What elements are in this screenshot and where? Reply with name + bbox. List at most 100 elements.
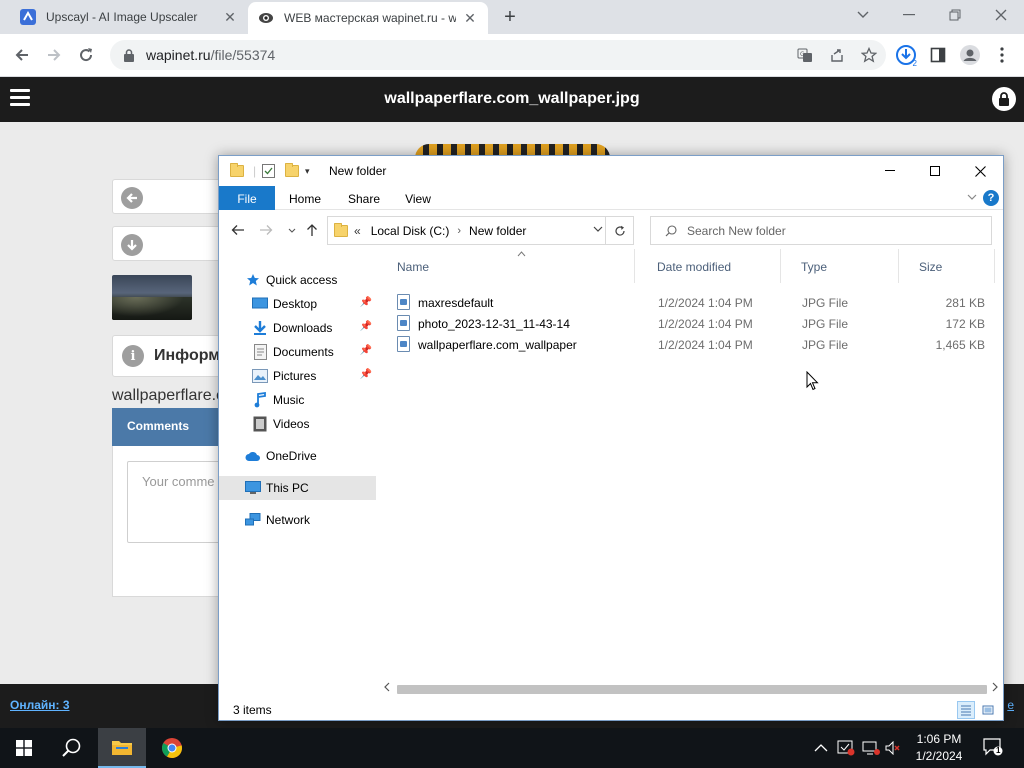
reload-icon[interactable] bbox=[72, 41, 100, 69]
tab-search-icon[interactable] bbox=[840, 0, 886, 30]
nav-item-documents[interactable]: Documents 📌 bbox=[219, 340, 376, 364]
profile-avatar-icon[interactable] bbox=[956, 41, 984, 69]
scrollbar-thumb[interactable] bbox=[397, 685, 987, 694]
tab-wapinet[interactable]: WEB мастерская wapinet.ru - wa ✕ bbox=[248, 2, 488, 34]
file-explorer-taskbar-icon[interactable] bbox=[98, 728, 146, 768]
search-input[interactable]: Search New folder bbox=[650, 216, 992, 245]
download-icon bbox=[252, 320, 268, 336]
image-thumbnail[interactable] bbox=[112, 275, 192, 320]
horizontal-scrollbar[interactable] bbox=[379, 681, 1003, 697]
videos-icon bbox=[252, 416, 268, 432]
tab-home[interactable]: Home bbox=[285, 186, 325, 210]
details-view-icon[interactable] bbox=[957, 701, 975, 719]
bookmark-star-icon[interactable] bbox=[860, 46, 878, 64]
file-row[interactable]: maxresdefault 1/2/2024 1:04 PM JPG File … bbox=[397, 292, 997, 313]
upscayl-icon bbox=[20, 9, 36, 25]
menu-kebab-icon[interactable] bbox=[988, 41, 1016, 69]
properties-icon[interactable] bbox=[262, 164, 275, 178]
item-count: 3 items bbox=[233, 703, 272, 717]
scroll-left-icon[interactable] bbox=[384, 682, 390, 695]
restore-icon[interactable] bbox=[932, 0, 978, 30]
start-windows-icon[interactable] bbox=[0, 728, 48, 768]
column-date-modified[interactable]: Date modified bbox=[639, 249, 781, 283]
help-icon[interactable]: ? bbox=[983, 190, 999, 206]
forward-arrow-icon[interactable] bbox=[40, 41, 68, 69]
recent-locations-icon[interactable] bbox=[283, 221, 301, 239]
navigation-row: « Local Disk (C:) › New folder Search Ne… bbox=[219, 211, 1003, 249]
prev-file-button[interactable] bbox=[112, 179, 232, 214]
nav-item-this-pc[interactable]: This PC bbox=[219, 476, 376, 500]
back-arrow-icon[interactable] bbox=[8, 41, 36, 69]
file-row[interactable]: wallpaperflare.com_wallpaper 1/2/2024 1:… bbox=[397, 334, 997, 355]
nav-item-downloads[interactable]: Downloads 📌 bbox=[219, 316, 376, 340]
address-bar[interactable]: « Local Disk (C:) › New folder bbox=[327, 216, 634, 245]
download-count-badge: 2 bbox=[912, 59, 917, 68]
translate-icon[interactable]: G bbox=[796, 46, 814, 64]
clock-date: 1/2/2024 bbox=[915, 749, 963, 763]
address-dropdown-icon[interactable] bbox=[593, 223, 603, 235]
new-folder-icon[interactable] bbox=[285, 163, 299, 178]
column-name[interactable]: Name bbox=[379, 249, 635, 283]
minimize-icon[interactable] bbox=[886, 0, 932, 30]
back-arrow-icon[interactable] bbox=[229, 221, 247, 239]
large-icons-view-icon[interactable] bbox=[979, 701, 997, 719]
address-overflow-icon[interactable]: « bbox=[354, 224, 361, 238]
chevron-right-icon[interactable]: › bbox=[457, 225, 461, 237]
comment-input[interactable]: Your comme bbox=[127, 461, 227, 543]
nav-item-videos[interactable]: Videos bbox=[219, 412, 376, 436]
nav-item-desktop[interactable]: Desktop 📌 bbox=[219, 292, 376, 316]
lock-icon[interactable] bbox=[122, 48, 136, 62]
footer-link[interactable]: e bbox=[1007, 698, 1014, 712]
breadcrumb-new-folder[interactable]: New folder bbox=[469, 224, 526, 238]
info-section: i Информ bbox=[112, 335, 232, 377]
side-panel-icon[interactable] bbox=[924, 41, 952, 69]
lock-icon[interactable] bbox=[992, 87, 1016, 111]
column-type[interactable]: Type bbox=[783, 249, 899, 283]
maximize-icon[interactable] bbox=[912, 156, 958, 186]
network-tray-icon[interactable] bbox=[862, 728, 880, 768]
nav-item-onedrive[interactable]: OneDrive bbox=[219, 444, 376, 468]
file-row[interactable]: photo_2023-12-31_11-43-14 1/2/2024 1:04 … bbox=[397, 313, 997, 334]
tab-file[interactable]: File bbox=[219, 186, 275, 210]
up-arrow-icon[interactable] bbox=[303, 221, 321, 239]
nav-item-pictures[interactable]: Pictures 📌 bbox=[219, 364, 376, 388]
search-placeholder: Search New folder bbox=[687, 223, 786, 238]
folder-icon bbox=[230, 163, 244, 178]
nav-item-quick-access[interactable]: Quick access bbox=[219, 268, 376, 292]
tab-share[interactable]: Share bbox=[344, 186, 384, 210]
tab-view[interactable]: View bbox=[400, 186, 436, 210]
nav-item-music[interactable]: Music bbox=[219, 388, 376, 412]
notification-center-icon[interactable]: 1 bbox=[982, 736, 1004, 758]
cloud-icon bbox=[245, 448, 261, 464]
close-window-icon[interactable] bbox=[957, 156, 1003, 186]
system-clock[interactable]: 1:06 PM 1/2/2024 bbox=[898, 731, 980, 765]
download-file-button[interactable] bbox=[112, 226, 232, 261]
browser-toolbar: wapinet.ru/file/55374 G 2 bbox=[0, 34, 1024, 77]
nav-item-network[interactable]: Network bbox=[219, 508, 376, 532]
address-bar[interactable]: wapinet.ru/file/55374 G bbox=[110, 40, 886, 70]
documents-icon bbox=[252, 344, 268, 360]
chrome-taskbar-icon[interactable] bbox=[148, 728, 196, 768]
online-count-link[interactable]: Онлайн: 3 bbox=[10, 698, 70, 712]
customize-toolbar-icon[interactable]: ▾ bbox=[305, 164, 310, 178]
expand-ribbon-icon[interactable] bbox=[967, 191, 977, 203]
pin-icon: 📌 bbox=[359, 321, 372, 332]
close-window-icon[interactable] bbox=[978, 0, 1024, 30]
close-tab-icon[interactable]: ✕ bbox=[222, 9, 238, 25]
show-hidden-icons[interactable] bbox=[814, 728, 828, 768]
downloads-icon[interactable]: 2 bbox=[892, 41, 920, 69]
refresh-icon[interactable] bbox=[605, 217, 633, 244]
scroll-right-icon[interactable] bbox=[992, 682, 998, 695]
breadcrumb-local-disk[interactable]: Local Disk (C:) bbox=[371, 224, 450, 238]
security-icon[interactable] bbox=[837, 728, 855, 768]
new-tab-button[interactable]: + bbox=[498, 5, 522, 29]
tab-upscayl[interactable]: Upscayl - AI Image Upscaler ✕ bbox=[10, 0, 248, 34]
desktop-icon bbox=[252, 296, 268, 312]
forward-arrow-icon[interactable] bbox=[257, 221, 275, 239]
site-header: wallpaperflare.com_wallpaper.jpg bbox=[0, 77, 1024, 122]
close-tab-icon[interactable]: ✕ bbox=[462, 10, 478, 26]
minimize-icon[interactable] bbox=[867, 156, 913, 186]
search-icon[interactable] bbox=[48, 728, 96, 768]
share-icon[interactable] bbox=[828, 46, 846, 64]
column-size[interactable]: Size bbox=[901, 249, 995, 283]
